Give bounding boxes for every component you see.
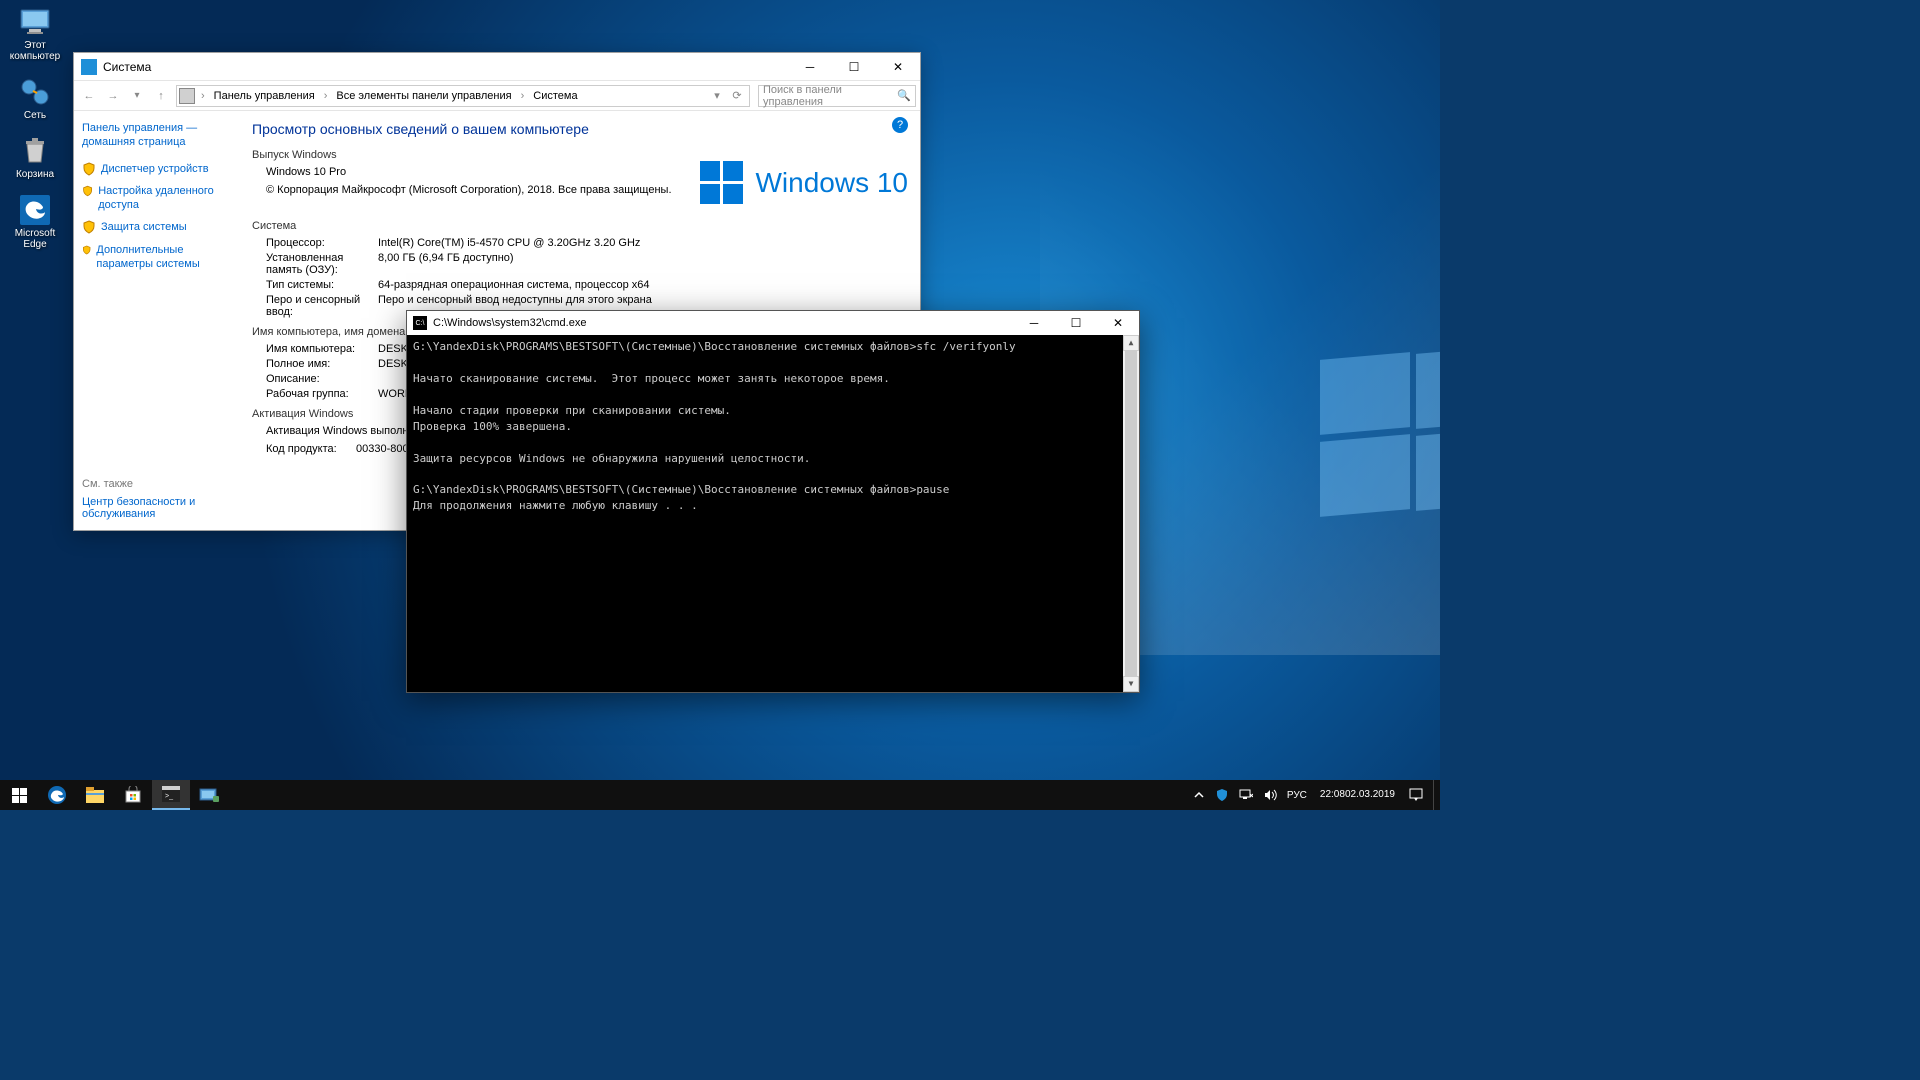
cmd-scrollbar[interactable]: ▲ ▼ bbox=[1123, 335, 1139, 692]
shield-icon bbox=[82, 184, 93, 198]
tray-security[interactable] bbox=[1210, 780, 1234, 810]
trash-icon bbox=[19, 135, 51, 167]
cmd-title: C:\Windows\system32\cmd.exe bbox=[433, 317, 586, 329]
edge-icon bbox=[19, 194, 51, 226]
desktop-icon-network[interactable]: Сеть bbox=[6, 76, 64, 121]
tray-clock[interactable]: 22:08 02.03.2019 bbox=[1312, 780, 1403, 810]
chevron-up-icon bbox=[1193, 789, 1205, 801]
up-button[interactable]: ↑ bbox=[150, 85, 172, 107]
titlebar[interactable]: Система ─ ☐ ✕ bbox=[74, 53, 920, 81]
desktop-icon-edge[interactable]: Microsoft Edge bbox=[6, 194, 64, 250]
see-also-security-link[interactable]: Центр безопасности и обслуживания bbox=[82, 496, 226, 520]
sidebar-home-link[interactable]: Панель управления — домашняя страница bbox=[82, 121, 226, 150]
location-icon bbox=[179, 88, 195, 104]
systype-label: Тип системы: bbox=[266, 279, 378, 291]
search-icon: 🔍 bbox=[897, 89, 911, 102]
taskbar-file-explorer[interactable] bbox=[76, 780, 114, 810]
sidebar-item-device-manager[interactable]: Диспетчер устройств bbox=[82, 162, 226, 176]
start-button[interactable] bbox=[0, 780, 38, 810]
processor-label: Процессор: bbox=[266, 237, 378, 249]
scroll-down-button[interactable]: ▼ bbox=[1123, 676, 1139, 692]
processor-value: Intel(R) Core(TM) i5-4570 CPU @ 3.20GHz … bbox=[378, 237, 902, 249]
cmd-titlebar[interactable]: C:\ C:\Windows\system32\cmd.exe ─ ☐ ✕ bbox=[407, 311, 1139, 335]
breadcrumb[interactable]: Панель управления bbox=[211, 88, 318, 104]
speaker-icon bbox=[1263, 788, 1277, 802]
notification-icon bbox=[1408, 787, 1424, 803]
back-button[interactable]: ← bbox=[78, 85, 100, 107]
shield-icon bbox=[82, 162, 96, 176]
address-bar[interactable]: › Панель управления › Все элементы панел… bbox=[176, 85, 750, 107]
app-icon bbox=[81, 59, 97, 75]
taskbar-cmd[interactable]: >_ bbox=[152, 780, 190, 810]
pen-label: Перо и сенсорный ввод: bbox=[266, 294, 378, 318]
close-button[interactable]: ✕ bbox=[876, 53, 920, 81]
refresh-button[interactable]: ⟳ bbox=[727, 85, 747, 107]
taskbar-store[interactable] bbox=[114, 780, 152, 810]
network-icon bbox=[19, 76, 51, 108]
page-heading: Просмотр основных сведений о вашем компь… bbox=[252, 121, 902, 137]
ram-value: 8,00 ГБ (6,94 ГБ доступно) bbox=[378, 252, 902, 276]
tray-network[interactable] bbox=[1234, 780, 1258, 810]
windows10-logo: Windows 10 bbox=[700, 161, 908, 204]
product-key-label: Код продукта: bbox=[266, 443, 356, 455]
cmd-output[interactable]: G:\YandexDisk\PROGRAMS\BESTSOFT\(Системн… bbox=[407, 335, 1139, 692]
network-icon bbox=[1239, 788, 1253, 802]
systype-value: 64-разрядная операционная система, проце… bbox=[378, 279, 902, 291]
tray-volume[interactable] bbox=[1258, 780, 1282, 810]
fullname-label: Полное имя: bbox=[266, 358, 378, 370]
sidebar-item-remote[interactable]: Настройка удаленного доступа bbox=[82, 184, 226, 213]
cmd-close-button[interactable]: ✕ bbox=[1097, 311, 1139, 335]
shield-icon bbox=[82, 243, 91, 257]
breadcrumb[interactable]: Все элементы панели управления bbox=[333, 88, 514, 104]
see-also-header: См. также bbox=[82, 478, 226, 490]
computer-icon bbox=[19, 6, 51, 38]
cmd-maximize-button[interactable]: ☐ bbox=[1055, 311, 1097, 335]
addr-dropdown-button[interactable]: ▾ bbox=[709, 85, 725, 107]
shield-icon bbox=[82, 220, 96, 234]
forward-button[interactable]: → bbox=[102, 85, 124, 107]
scroll-up-button[interactable]: ▲ bbox=[1123, 335, 1139, 351]
window-title: Система bbox=[103, 60, 151, 74]
cmd-window: C:\ C:\Windows\system32\cmd.exe ─ ☐ ✕ G:… bbox=[406, 310, 1140, 693]
taskbar: >_ РУС 22:08 02.03.2019 bbox=[0, 780, 1440, 810]
tray-action-center[interactable] bbox=[1403, 780, 1433, 810]
sidebar-item-protection[interactable]: Защита системы bbox=[82, 220, 226, 234]
sidebar-item-advanced[interactable]: Дополнительные параметры системы bbox=[82, 243, 226, 272]
cname-label: Имя компьютера: bbox=[266, 343, 378, 355]
desktop-icon-this-pc[interactable]: Этот компьютер bbox=[6, 6, 64, 62]
cmd-icon: C:\ bbox=[413, 316, 427, 330]
show-desktop-button[interactable] bbox=[1433, 780, 1438, 810]
recent-button[interactable]: ▾ bbox=[126, 85, 148, 107]
help-icon[interactable]: ? bbox=[892, 117, 908, 133]
tray-language[interactable]: РУС bbox=[1282, 780, 1312, 810]
tray-show-hidden[interactable] bbox=[1188, 780, 1210, 810]
workgroup-label: Рабочая группа: bbox=[266, 388, 378, 400]
taskbar-edge[interactable] bbox=[38, 780, 76, 810]
breadcrumb[interactable]: Система bbox=[530, 88, 580, 104]
search-input[interactable]: Поиск в панели управления 🔍 bbox=[758, 85, 916, 107]
shield-icon bbox=[1215, 788, 1229, 802]
svg-text:>_: >_ bbox=[165, 793, 173, 800]
section-windows-edition: Выпуск Windows bbox=[252, 149, 902, 161]
desc-label: Описание: bbox=[266, 373, 378, 385]
taskbar-control-panel[interactable] bbox=[190, 780, 228, 810]
maximize-button[interactable]: ☐ bbox=[832, 53, 876, 81]
ram-label: Установленная память (ОЗУ): bbox=[266, 252, 378, 276]
cmd-minimize-button[interactable]: ─ bbox=[1013, 311, 1055, 335]
section-system: Система bbox=[252, 220, 902, 232]
desktop-icon-recycle-bin[interactable]: Корзина bbox=[6, 135, 64, 180]
minimize-button[interactable]: ─ bbox=[788, 53, 832, 81]
